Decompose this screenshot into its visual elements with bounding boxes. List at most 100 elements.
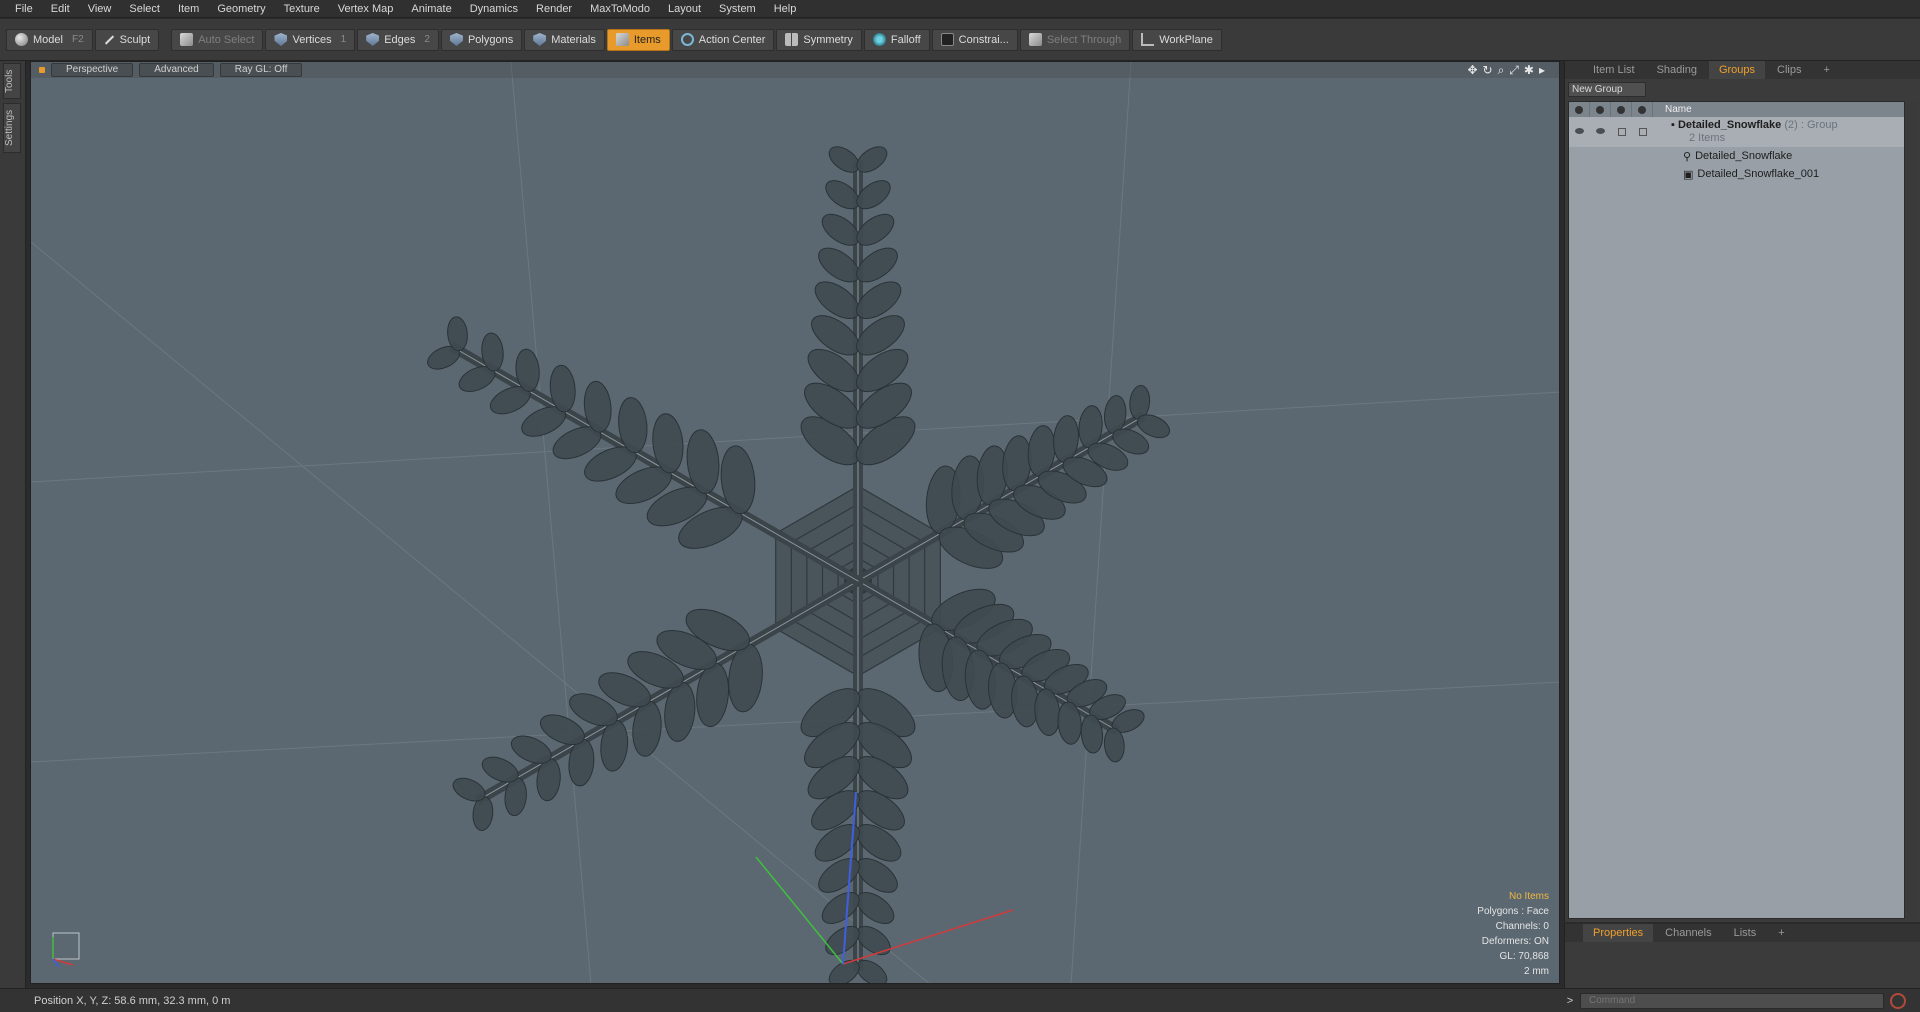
group-icon: ▪ bbox=[1671, 119, 1675, 131]
menu-geometry[interactable]: Geometry bbox=[208, 0, 274, 18]
polygons-icon bbox=[449, 33, 463, 46]
action-center-icon bbox=[680, 33, 694, 46]
constraints-icon bbox=[940, 33, 954, 46]
3d-viewport[interactable]: Perspective Advanced Ray GL: Off ✥ ↻ ⌕ ⤢… bbox=[30, 61, 1560, 984]
tab-properties[interactable]: Properties bbox=[1583, 924, 1654, 942]
edges-button[interactable]: Edges 2 bbox=[357, 28, 439, 51]
workplane-icon bbox=[1141, 33, 1155, 46]
command-history-icon[interactable] bbox=[1890, 992, 1906, 1009]
mesh-icon: ▣ bbox=[1683, 168, 1694, 181]
auto-select-label: Auto Select bbox=[198, 33, 255, 46]
position-readout: Position X, Y, Z: 58.6 mm, 32.3 mm, 0 m bbox=[34, 994, 231, 1007]
list-item[interactable]: ⚲ Detailed_Snowflake bbox=[1569, 147, 1904, 165]
list-item[interactable]: ▣ Detailed_Snowflake_001 bbox=[1569, 165, 1904, 183]
gear-icon[interactable]: ✱ bbox=[1524, 63, 1534, 78]
polygons-button[interactable]: Polygons bbox=[440, 28, 523, 51]
falloff-icon bbox=[872, 33, 886, 46]
menu-view[interactable]: View bbox=[79, 0, 121, 18]
zoom-icon[interactable]: ⌕ bbox=[1498, 63, 1505, 78]
lock-column-icon[interactable] bbox=[1611, 102, 1632, 117]
pan-icon[interactable]: ✥ bbox=[1467, 63, 1477, 78]
materials-button[interactable]: Materials bbox=[524, 28, 605, 51]
viewport-scene[interactable] bbox=[31, 62, 1560, 984]
constraints-button[interactable]: Constrai... bbox=[931, 28, 1018, 51]
falloff-button[interactable]: Falloff bbox=[863, 28, 930, 51]
menu-help[interactable]: Help bbox=[765, 0, 806, 18]
model-mode-button[interactable]: Model F2 bbox=[6, 28, 93, 51]
model-shortcut: F2 bbox=[71, 34, 84, 45]
visibility-eye-icon[interactable] bbox=[1569, 128, 1590, 134]
play-icon[interactable]: ▸ bbox=[1539, 63, 1545, 78]
name-column-header[interactable]: Name bbox=[1653, 104, 1692, 115]
group-count: (2) bbox=[1784, 119, 1798, 131]
menu-render[interactable]: Render bbox=[527, 0, 581, 18]
new-group-button[interactable]: New Group bbox=[1568, 82, 1646, 97]
menu-system[interactable]: System bbox=[710, 0, 765, 18]
menu-maxtomodo[interactable]: MaxToModo bbox=[581, 0, 659, 18]
render-column-icon[interactable] bbox=[1590, 102, 1611, 117]
vertices-button[interactable]: Vertices 1 bbox=[265, 28, 356, 51]
viewport-header: Perspective Advanced Ray GL: Off bbox=[31, 62, 1559, 78]
auto-select-button[interactable]: Auto Select bbox=[171, 28, 264, 51]
menu-item[interactable]: Item bbox=[169, 0, 208, 18]
visibility-column-icon[interactable] bbox=[1569, 102, 1590, 117]
select-through-button[interactable]: Select Through bbox=[1019, 28, 1131, 51]
command-input[interactable] bbox=[1580, 992, 1884, 1009]
workplane-button[interactable]: WorkPlane bbox=[1132, 28, 1222, 51]
select-toggle[interactable] bbox=[1632, 128, 1653, 136]
viewport-menu-icon[interactable] bbox=[39, 67, 45, 73]
lock-toggle[interactable] bbox=[1611, 128, 1632, 136]
workplane-label: WorkPlane bbox=[1159, 33, 1213, 46]
polygons-label: Polygons bbox=[467, 33, 514, 46]
settings-tab[interactable]: Settings bbox=[3, 103, 21, 153]
snowflake-arm-highlight bbox=[450, 345, 859, 582]
sculpt-mode-button[interactable]: Sculpt bbox=[94, 28, 160, 51]
group-type: : Group bbox=[1800, 119, 1838, 131]
tab-clips[interactable]: Clips bbox=[1767, 61, 1811, 79]
action-center-button[interactable]: Action Center bbox=[671, 28, 775, 51]
add-tab-icon[interactable]: + bbox=[1813, 61, 1839, 79]
tab-shading[interactable]: Shading bbox=[1647, 61, 1707, 79]
groups-scrollbar[interactable] bbox=[1907, 101, 1917, 919]
menu-animate[interactable]: Animate bbox=[402, 0, 460, 18]
snowflake-mesh[interactable] bbox=[424, 142, 1173, 984]
group-row[interactable]: ▪ Detailed_Snowflake (2) : Group 2 Items bbox=[1569, 117, 1904, 147]
viewport-nav-controls: ✥ ↻ ⌕ ⤢ ✱ ▸ bbox=[1467, 63, 1545, 78]
channels-info: Channels: 0 bbox=[1495, 921, 1549, 932]
selection-info: No Items bbox=[1508, 891, 1549, 902]
action-center-label: Action Center bbox=[698, 33, 766, 46]
tab-groups[interactable]: Groups bbox=[1708, 61, 1766, 79]
locator-icon: ⚲ bbox=[1683, 150, 1692, 163]
list-item-label: Detailed_Snowflake bbox=[1695, 150, 1793, 162]
edges-shortcut: 2 bbox=[424, 34, 430, 45]
maximize-icon[interactable]: ⤢ bbox=[1509, 63, 1519, 78]
shading-mode-dropdown[interactable]: Advanced bbox=[139, 63, 214, 77]
grid-line bbox=[31, 391, 1559, 483]
select-through-icon bbox=[1028, 33, 1042, 46]
menu-dynamics[interactable]: Dynamics bbox=[461, 0, 527, 18]
tab-lists[interactable]: Lists bbox=[1724, 924, 1767, 942]
auto-select-icon bbox=[180, 33, 194, 46]
vertices-icon bbox=[274, 33, 288, 46]
menu-layout[interactable]: Layout bbox=[659, 0, 710, 18]
menu-edit[interactable]: Edit bbox=[42, 0, 79, 18]
menu-file[interactable]: File bbox=[6, 0, 42, 18]
menu-select[interactable]: Select bbox=[120, 0, 169, 18]
menu-vertex-map[interactable]: Vertex Map bbox=[329, 0, 403, 18]
render-eye-icon[interactable] bbox=[1590, 128, 1611, 134]
materials-label: Materials bbox=[551, 33, 596, 46]
tools-tab[interactable]: Tools bbox=[3, 63, 21, 99]
group-name: Detailed_Snowflake bbox=[1677, 119, 1782, 131]
items-button[interactable]: Items bbox=[606, 28, 670, 51]
symmetry-button[interactable]: Symmetry bbox=[776, 28, 862, 51]
raygl-dropdown[interactable]: Ray GL: Off bbox=[219, 63, 303, 77]
add-tab-icon[interactable]: + bbox=[1768, 924, 1794, 942]
tab-channels[interactable]: Channels bbox=[1655, 924, 1721, 942]
view-mode-dropdown[interactable]: Perspective bbox=[51, 63, 134, 77]
falloff-label: Falloff bbox=[890, 33, 921, 46]
tab-item-list[interactable]: Item List bbox=[1583, 61, 1645, 79]
select-column-icon[interactable] bbox=[1632, 102, 1653, 117]
menu-texture[interactable]: Texture bbox=[275, 0, 329, 18]
axis-gizmo bbox=[52, 932, 80, 968]
rotate-icon[interactable]: ↻ bbox=[1483, 63, 1493, 78]
